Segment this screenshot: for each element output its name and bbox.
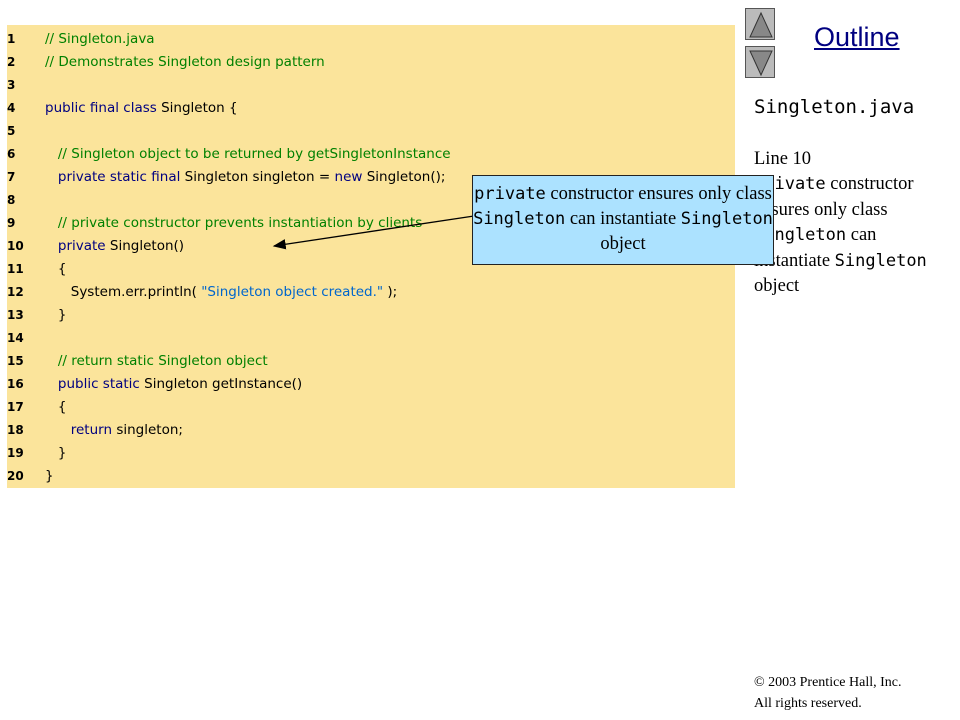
code-line: 20} xyxy=(7,465,735,488)
line-number: 2 xyxy=(7,55,16,69)
code-token-plain: System.err.println( xyxy=(45,284,202,300)
annotation-note: Line 10 private constructor ensures only… xyxy=(754,147,954,299)
code-token-keyword: public final class xyxy=(45,100,162,116)
line-number: 20 xyxy=(7,469,24,483)
code-line: 12 System.err.println( "Singleton object… xyxy=(7,281,735,304)
code-token-comment: // return static Singleton object xyxy=(45,353,268,369)
rights-text: All rights reserved. xyxy=(754,696,862,711)
code-token-plain: Singleton getInstance() xyxy=(144,376,303,392)
line-number: 8 xyxy=(7,193,16,207)
line-number: 13 xyxy=(7,308,24,322)
code-line: 18 return singleton; xyxy=(7,419,735,442)
code-source: { xyxy=(45,396,67,419)
code-token-plain: ); xyxy=(383,284,398,300)
line-number: 19 xyxy=(7,446,24,460)
callout-keyword-singleton-object: Singleton xyxy=(680,209,773,229)
code-source: } xyxy=(45,465,54,488)
line-number: 7 xyxy=(7,170,16,184)
code-token-string: "Singleton object created." xyxy=(201,284,384,300)
triangle-up-icon xyxy=(749,11,773,38)
file-title: Singleton.java xyxy=(754,96,915,118)
code-token-plain: Singleton singleton = xyxy=(184,169,335,185)
callout-keyword-private: private xyxy=(474,184,546,204)
code-line: 16 public static Singleton getInstance() xyxy=(7,373,735,396)
code-token-plain: Singleton { xyxy=(161,100,238,116)
code-line: 3 xyxy=(7,74,735,97)
code-line: 17 { xyxy=(7,396,735,419)
code-source: { xyxy=(45,258,67,281)
line-number: 17 xyxy=(7,400,24,414)
code-line: 19 } xyxy=(7,442,735,465)
code-token-plain: Singleton(); xyxy=(366,169,446,185)
code-token-plain: } xyxy=(45,468,54,484)
code-token-plain: singleton; xyxy=(116,422,183,438)
line-number: 14 xyxy=(7,331,24,345)
code-token-plain: } xyxy=(45,445,67,461)
code-source: public final class Singleton { xyxy=(45,97,238,120)
triangle-down-icon xyxy=(749,50,773,77)
code-token-plain: Singleton() xyxy=(109,238,185,254)
line-number: 9 xyxy=(7,216,16,230)
code-line: 13 } xyxy=(7,304,735,327)
code-source: System.err.println( "Singleton object cr… xyxy=(45,281,398,304)
code-token-keyword: return xyxy=(45,422,117,438)
code-source: // Demonstrates Singleton design pattern xyxy=(45,51,325,74)
outline-link[interactable]: Outline xyxy=(814,22,900,53)
code-line: 14 xyxy=(7,327,735,350)
line-number: 11 xyxy=(7,262,24,276)
code-line: 2 // Demonstrates Singleton design patter… xyxy=(7,51,735,74)
code-token-keyword: private xyxy=(45,238,110,254)
code-token-comment: // Singleton.java xyxy=(45,31,155,47)
code-token-keyword: new xyxy=(334,169,367,185)
callout-keyword-singleton: Singleton xyxy=(473,209,566,229)
code-source: return singleton; xyxy=(45,419,183,442)
code-line: 6 // Singleton object to be returned by … xyxy=(7,143,735,166)
annotation-keyword-singleton-object: Singleton xyxy=(834,250,927,271)
line-number: 6 xyxy=(7,147,16,161)
code-token-keyword: private static final xyxy=(45,169,185,185)
code-source: } xyxy=(45,442,67,465)
code-source: // Singleton object to be returned by ge… xyxy=(45,143,451,166)
callout-box: private constructor ensures only class S… xyxy=(472,175,774,265)
code-source: private static final Singleton singleton… xyxy=(45,166,446,189)
line-number: 5 xyxy=(7,124,16,138)
line-number: 16 xyxy=(7,377,24,391)
annotation-text: private constructor ensures only class S… xyxy=(754,174,927,297)
code-source: public static Singleton getInstance() xyxy=(45,373,302,396)
code-line: 4 public final class Singleton { xyxy=(7,97,735,120)
code-source: } xyxy=(45,304,67,327)
line-number: 12 xyxy=(7,285,24,299)
code-token-plain: { xyxy=(45,399,67,415)
code-token-plain: } xyxy=(45,307,67,323)
code-token-plain: { xyxy=(45,261,67,277)
line-number: 1 xyxy=(7,32,16,46)
code-source: // return static Singleton object xyxy=(45,350,268,373)
line-reference: Line 10 xyxy=(754,149,812,169)
code-source: // Singleton.java xyxy=(45,28,155,51)
line-number: 4 xyxy=(7,101,16,115)
line-number: 10 xyxy=(7,239,24,253)
code-line: 1 // Singleton.java xyxy=(7,28,735,51)
line-number: 15 xyxy=(7,354,24,368)
next-slide-button[interactable] xyxy=(745,46,775,78)
code-line: 15 // return static Singleton object xyxy=(7,350,735,373)
line-number: 3 xyxy=(7,78,16,92)
copyright-footer: © 2003 Prentice Hall, Inc. All rights re… xyxy=(754,672,902,714)
previous-slide-button[interactable] xyxy=(745,8,775,40)
copyright-text: © 2003 Prentice Hall, Inc. xyxy=(754,675,902,690)
code-token-keyword: public static xyxy=(45,376,145,392)
code-token-comment: // private constructor prevents instanti… xyxy=(45,215,423,231)
code-line: 5 xyxy=(7,120,735,143)
line-number: 18 xyxy=(7,423,24,437)
code-token-comment: // Singleton object to be returned by ge… xyxy=(45,146,451,162)
code-source: private Singleton() xyxy=(45,235,184,258)
code-token-comment: // Demonstrates Singleton design pattern xyxy=(45,54,325,70)
code-source: // private constructor prevents instanti… xyxy=(45,212,422,235)
